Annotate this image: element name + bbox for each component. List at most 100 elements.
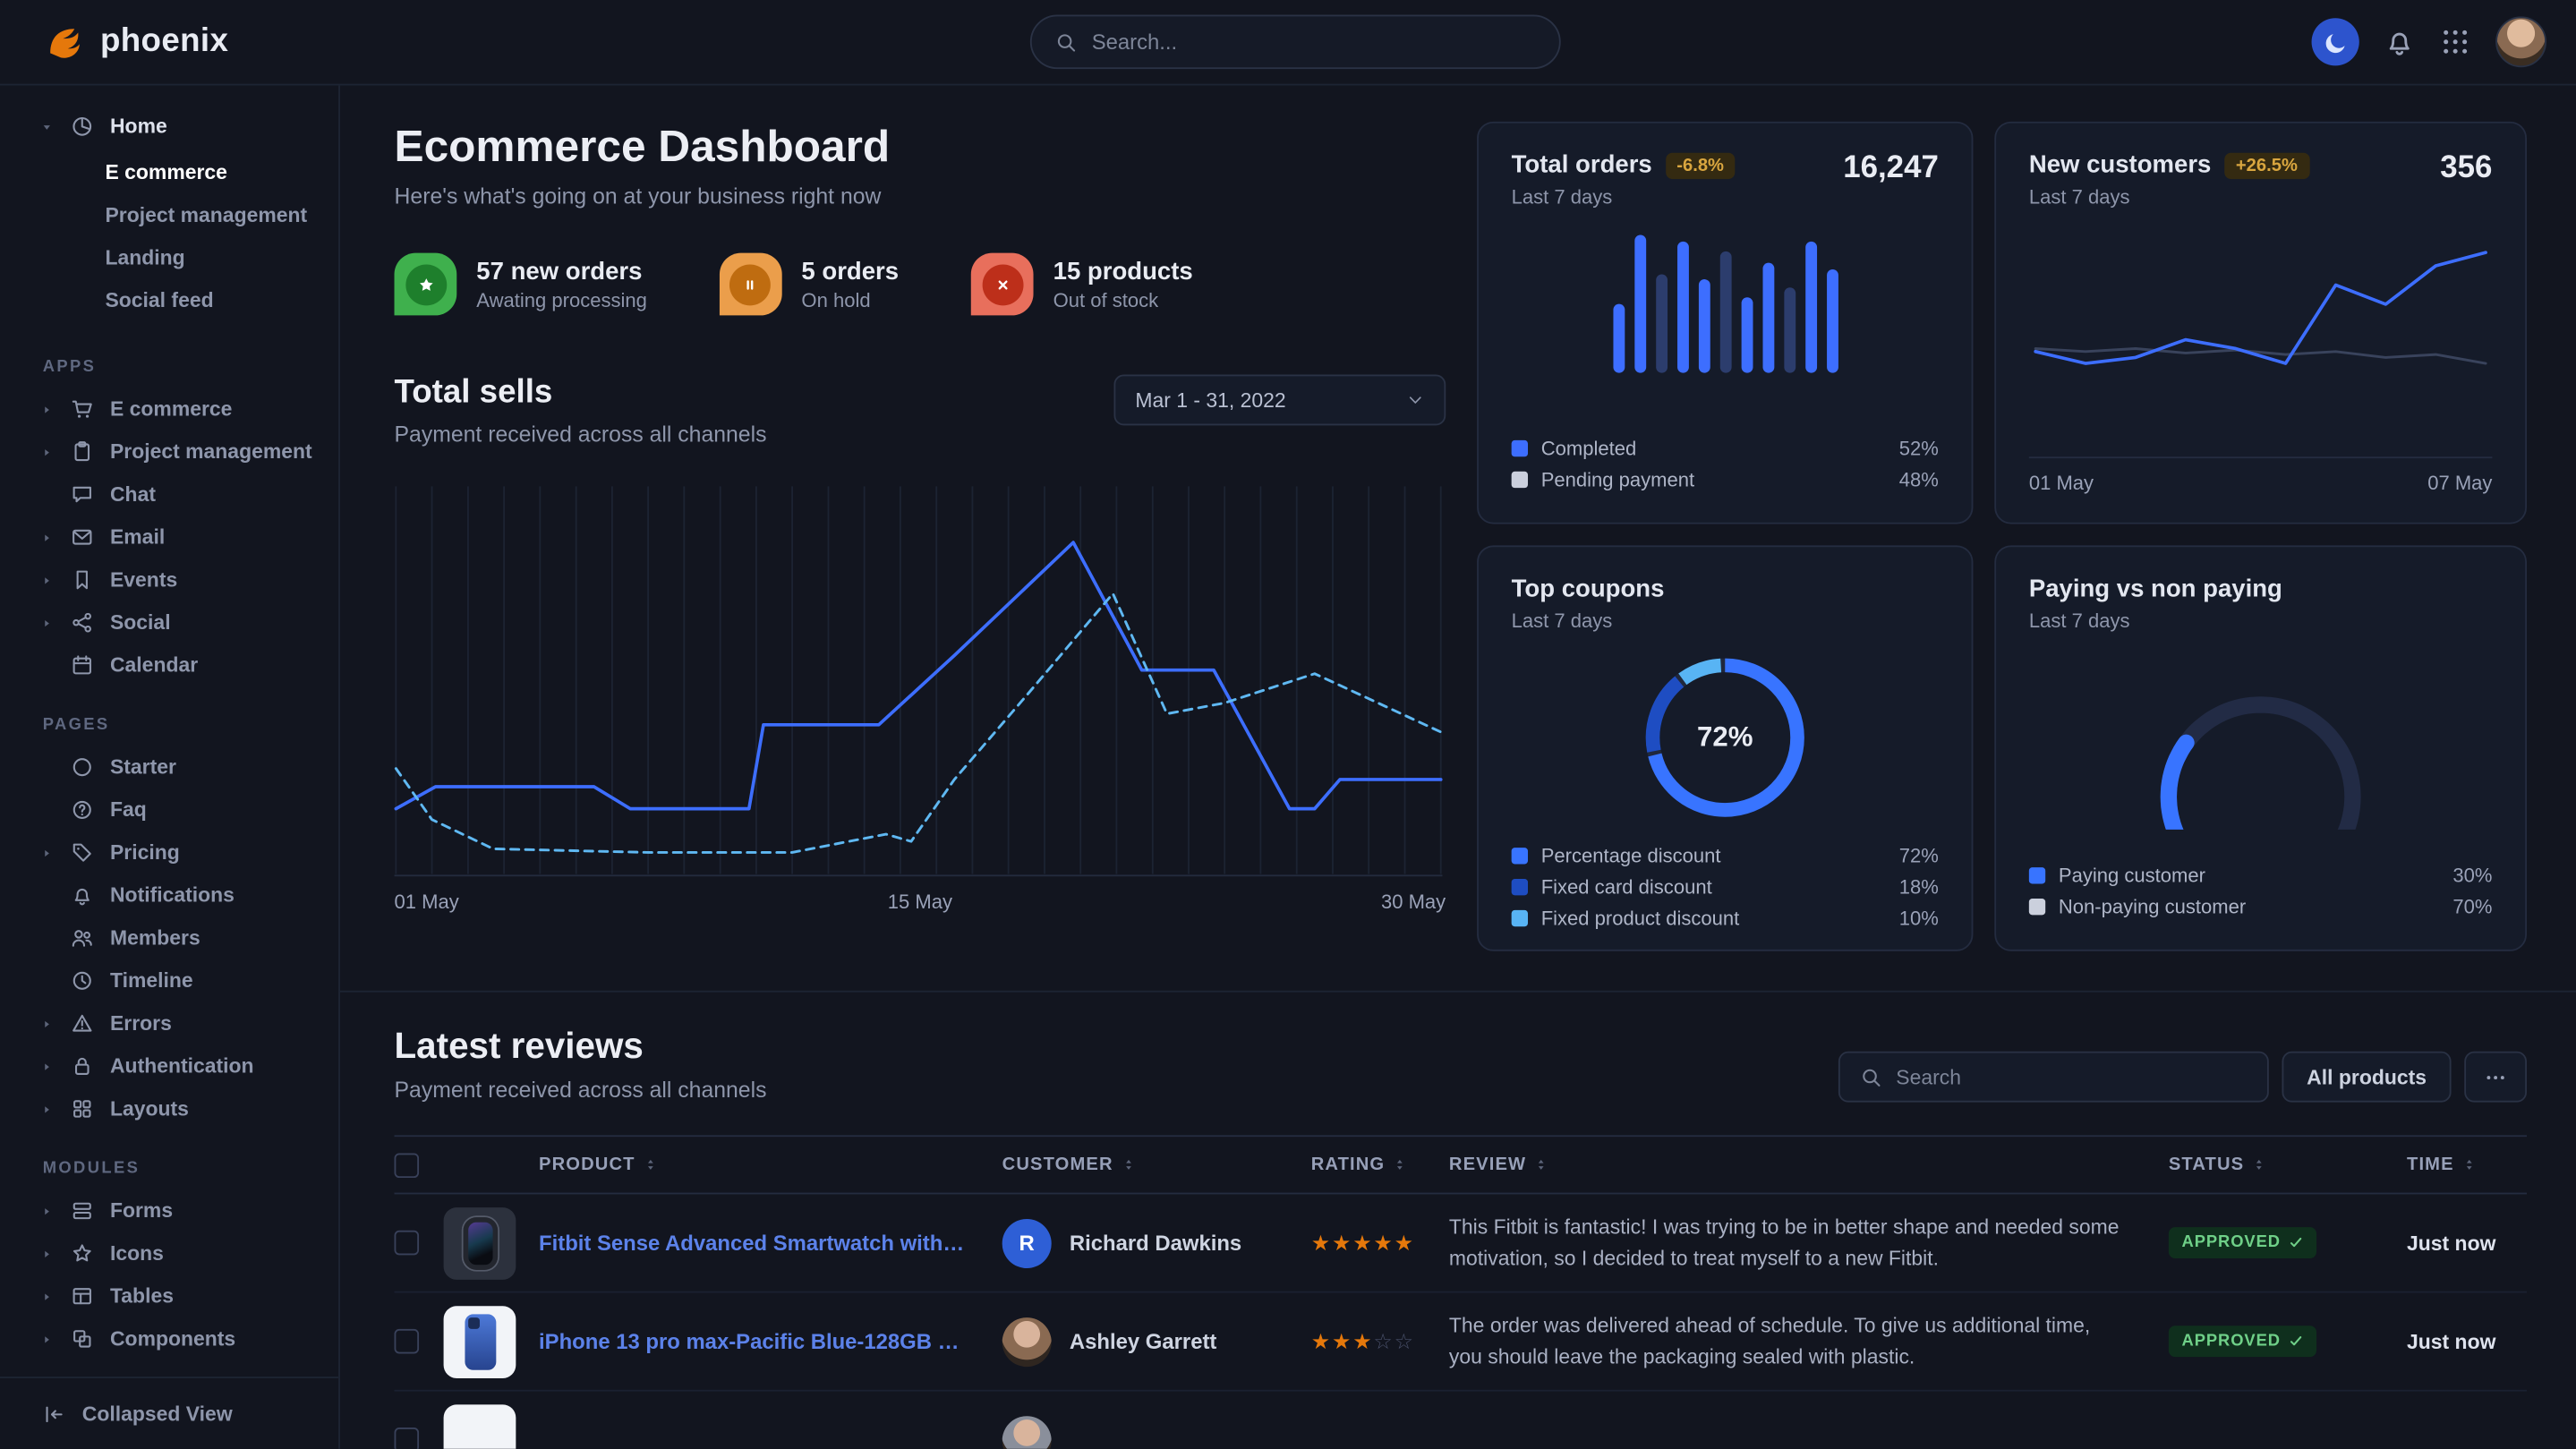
- row-checkbox[interactable]: [395, 1329, 420, 1354]
- status-badge: APPROVED: [2169, 1325, 2316, 1357]
- brand[interactable]: phoenix: [43, 21, 536, 64]
- x-tick: 30 May: [1381, 891, 1446, 914]
- legend-swatch: [1512, 909, 1528, 925]
- x-tick: 07 May: [2427, 472, 2492, 495]
- sidebar-item-home[interactable]: Home: [0, 105, 338, 148]
- sidebar-item-icons[interactable]: Icons: [0, 1232, 338, 1275]
- global-search[interactable]: [1029, 15, 1560, 70]
- phone-body: [465, 1313, 496, 1368]
- sidebar-item-social[interactable]: Social: [0, 601, 338, 644]
- chevron-right-icon: [39, 573, 55, 588]
- product-link[interactable]: Fitbit Sense Advanced Smartwatch with To…: [539, 1231, 969, 1256]
- star-icon: ★: [1352, 1230, 1373, 1256]
- chevron-right-icon: [39, 1289, 55, 1304]
- sidebar-item-project-management[interactable]: Project management: [0, 430, 338, 473]
- row-checkbox[interactable]: [395, 1428, 420, 1449]
- sidebar-item-label: Events: [110, 568, 177, 592]
- moon-icon: [2322, 29, 2348, 55]
- sidebar-item-e-commerce[interactable]: E commerce: [0, 388, 338, 430]
- column-header-time[interactable]: TIME: [2407, 1155, 2527, 1174]
- legend-label: Non-paying customer: [2059, 894, 2246, 917]
- legend-swatch: [1512, 439, 1528, 456]
- user-avatar[interactable]: [2495, 16, 2546, 67]
- column-header-status[interactable]: STATUS: [2169, 1155, 2407, 1174]
- legend-value: 52%: [1899, 436, 1939, 459]
- sidebar-item-faq[interactable]: Faq: [0, 788, 338, 831]
- legend-label: Percentage discount: [1541, 844, 1721, 867]
- column-header-review[interactable]: REVIEW: [1449, 1155, 2169, 1174]
- x-icon: [982, 264, 1023, 305]
- reviews-search-input[interactable]: [1896, 1065, 2248, 1088]
- more-options-button[interactable]: [2464, 1052, 2527, 1103]
- sidebar-item-landing[interactable]: Landing: [0, 236, 338, 279]
- all-products-button[interactable]: All products: [2282, 1052, 2452, 1103]
- column-header-product[interactable]: PRODUCT: [539, 1155, 1002, 1174]
- legend-swatch: [1512, 471, 1528, 487]
- collapse-sidebar-button[interactable]: Collapsed View: [0, 1377, 338, 1449]
- sidebar-item-forms[interactable]: Forms: [0, 1189, 338, 1232]
- bar: [1655, 275, 1667, 373]
- sidebar-item-notifications[interactable]: Notifications: [0, 874, 338, 916]
- bar: [1741, 297, 1753, 372]
- sort-icon: [1392, 1156, 1408, 1172]
- sidebar-item-label: Timeline: [110, 969, 193, 993]
- donut-center-label: 72%: [1640, 652, 1811, 823]
- sidebar-item-calendar[interactable]: Calendar: [0, 644, 338, 687]
- select-all-checkbox[interactable]: [395, 1153, 420, 1178]
- lock-icon: [71, 1054, 96, 1078]
- legend-label: Pending payment: [1541, 467, 1694, 490]
- sidebar-item-tables[interactable]: Tables: [0, 1274, 338, 1317]
- sidebar-item-authentication[interactable]: Authentication: [0, 1044, 338, 1087]
- legend-swatch: [1512, 847, 1528, 863]
- star-icon: ★: [1332, 1230, 1352, 1256]
- latest-reviews-section: Latest reviews Payment received across a…: [340, 993, 2576, 1449]
- sidebar-item-project-management[interactable]: Project management: [0, 194, 338, 237]
- legend-value: 70%: [2452, 894, 2492, 917]
- sidebar-item-label: Home: [110, 115, 167, 138]
- pause-icon: [730, 264, 772, 305]
- grid-icon: [71, 1097, 96, 1121]
- row-checkbox[interactable]: [395, 1231, 420, 1256]
- product-link[interactable]: iPhone 13 pro max-Pacific Blue-128GB sto…: [539, 1329, 969, 1354]
- reviews-search[interactable]: [1838, 1052, 2269, 1103]
- legend-value: 30%: [2452, 864, 2492, 887]
- sidebar-item-chat[interactable]: Chat: [0, 473, 338, 516]
- rating: ★★★★★: [1311, 1230, 1449, 1256]
- new-customers-value: 356: [2440, 151, 2492, 187]
- apps-menu-button[interactable]: [2440, 26, 2471, 57]
- sidebar-item-errors[interactable]: Errors: [0, 1002, 338, 1045]
- phoenix-logo-icon: [43, 21, 86, 64]
- reviews-toolbar: All products: [1838, 1052, 2527, 1103]
- column-header-customer[interactable]: CUSTOMER: [1002, 1155, 1311, 1174]
- bell-icon: [2384, 26, 2415, 57]
- stat-title: 57 new orders: [476, 257, 647, 285]
- sidebar-item-starter[interactable]: Starter: [0, 746, 338, 788]
- sidebar-item-e-commerce[interactable]: E commerce: [0, 151, 338, 194]
- sidebar-item-timeline[interactable]: Timeline: [0, 959, 338, 1002]
- sidebar-item-label: Email: [110, 525, 165, 549]
- paying-card: Paying vs non paying Last 7 days Paying …: [1994, 545, 2527, 950]
- sidebar-item-layouts[interactable]: Layouts: [0, 1087, 338, 1130]
- sidebar-item-email[interactable]: Email: [0, 516, 338, 558]
- sidebar-item-social-feed[interactable]: Social feed: [0, 279, 338, 322]
- sidebar-item-label: E commerce: [110, 397, 232, 421]
- column-header-rating[interactable]: RATING: [1311, 1155, 1449, 1174]
- bar: [1676, 242, 1688, 373]
- bar: [1762, 263, 1774, 373]
- date-range-select[interactable]: Mar 1 - 31, 2022: [1113, 374, 1446, 425]
- theme-toggle-button[interactable]: [2312, 18, 2359, 65]
- search-input[interactable]: [1092, 30, 1536, 55]
- sidebar-item-events[interactable]: Events: [0, 558, 338, 601]
- ellipsis-icon: [2484, 1065, 2507, 1088]
- review-text: The order was delivered ahead of schedul…: [1449, 1311, 2169, 1371]
- legend-item: Fixed card discount18%: [1512, 871, 1939, 902]
- star-icon: [71, 1242, 96, 1266]
- sidebar-item-pricing[interactable]: Pricing: [0, 831, 338, 874]
- check-icon: [2289, 1235, 2304, 1250]
- sidebar-item-members[interactable]: Members: [0, 916, 338, 959]
- chevron-right-icon: [39, 530, 55, 545]
- sidebar-item-components[interactable]: Components: [0, 1317, 338, 1360]
- status-label: APPROVED: [2182, 1333, 2281, 1351]
- notifications-button[interactable]: [2384, 26, 2415, 57]
- bell-icon: [71, 883, 96, 907]
